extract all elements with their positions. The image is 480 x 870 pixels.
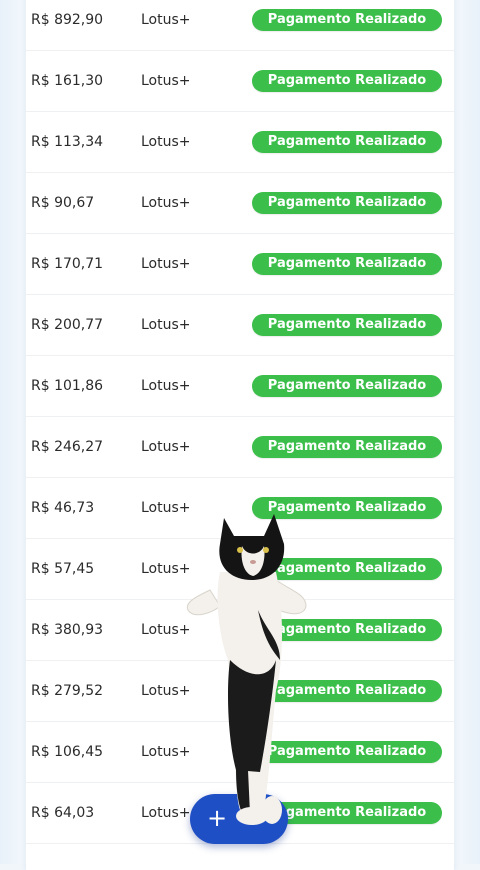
status-badge: Pagamento Realizado — [252, 253, 442, 275]
status-badge: Pagamento Realizado — [252, 680, 442, 702]
status-badge: Pagamento Realizado — [252, 558, 442, 580]
payment-amount: R$ 106,45 — [31, 744, 104, 760]
status-badge: Pagamento Realizado — [252, 131, 442, 153]
status-badge: Pagamento Realizado — [252, 314, 442, 336]
payment-product: Lotus+ — [141, 12, 191, 28]
payment-product: Lotus+ — [141, 622, 191, 638]
payment-product: Lotus+ — [141, 500, 191, 516]
payment-product: Lotus+ — [141, 561, 191, 577]
payment-product: Lotus+ — [141, 134, 191, 150]
table-row[interactable]: R$ 113,34 Lotus+ Pagamento Realizado — [26, 112, 454, 173]
fab-label: FG — [239, 811, 257, 826]
payment-product: Lotus+ — [141, 317, 191, 333]
payment-product: Lotus+ — [141, 439, 191, 455]
payment-product: Lotus+ — [141, 744, 191, 760]
page-background-right — [454, 0, 480, 864]
payment-amount: R$ 380,93 — [31, 622, 104, 638]
payment-amount: R$ 170,71 — [31, 256, 104, 272]
table-row[interactable]: R$ 90,67 Lotus+ Pagamento Realizado — [26, 173, 454, 234]
table-row[interactable]: R$ 101,86 Lotus+ Pagamento Realizado — [26, 356, 454, 417]
payment-product: Lotus+ — [141, 378, 191, 394]
table-row[interactable]: R$ 46,73 Lotus+ Pagamento Realizado — [26, 478, 454, 539]
table-row[interactable]: R$ 246,27 Lotus+ Pagamento Realizado — [26, 417, 454, 478]
status-badge: Pagamento Realizado — [252, 192, 442, 214]
payment-amount: R$ 46,73 — [31, 500, 95, 516]
table-row[interactable]: R$ 892,90 Lotus+ Pagamento Realizado — [26, 0, 454, 51]
plus-icon: + — [207, 804, 228, 832]
status-badge: Pagamento Realizado — [252, 9, 442, 31]
table-row[interactable]: R$ 279,52 Lotus+ Pagamento Realizado — [26, 661, 454, 722]
payment-product: Lotus+ — [141, 256, 191, 272]
table-row[interactable]: R$ 106,45 Lotus+ Pagamento Realizado — [26, 722, 454, 783]
payment-amount: R$ 246,27 — [31, 439, 104, 455]
payment-amount: R$ 101,86 — [31, 378, 104, 394]
payment-product: Lotus+ — [141, 683, 191, 699]
status-badge: Pagamento Realizado — [252, 375, 442, 397]
status-badge: Pagamento Realizado — [252, 619, 442, 641]
payment-amount: R$ 90,67 — [31, 195, 95, 211]
payments-list[interactable]: R$ 892,90 Lotus+ Pagamento Realizado R$ … — [26, 0, 454, 870]
table-row[interactable]: R$ 161,30 Lotus+ Pagamento Realizado — [26, 51, 454, 112]
payment-product: Lotus+ — [141, 73, 191, 89]
table-row[interactable]: R$ 57,45 Lotus+ Pagamento Realizado — [26, 539, 454, 600]
status-badge: Pagamento Realizado — [252, 70, 442, 92]
table-row[interactable]: R$ 380,93 Lotus+ Pagamento Realizado — [26, 600, 454, 661]
status-badge: Pagamento Realizado — [252, 497, 442, 519]
payment-amount: R$ 200,77 — [31, 317, 104, 333]
status-badge: Pagamento Realizado — [252, 436, 442, 458]
payment-amount: R$ 57,45 — [31, 561, 95, 577]
table-row[interactable]: R$ 170,71 Lotus+ Pagamento Realizado — [26, 234, 454, 295]
status-badge: Pagamento Realizado — [252, 741, 442, 763]
payment-amount: R$ 892,90 — [31, 12, 104, 28]
add-fab-button[interactable]: + FG — [190, 794, 288, 844]
payment-amount: R$ 64,03 — [31, 805, 95, 821]
table-row[interactable]: R$ 200,77 Lotus+ Pagamento Realizado — [26, 295, 454, 356]
payment-product: Lotus+ — [141, 195, 191, 211]
payment-amount: R$ 113,34 — [31, 134, 104, 150]
payment-amount: R$ 161,30 — [31, 73, 104, 89]
payment-product: Lotus+ — [141, 805, 191, 821]
payment-amount: R$ 279,52 — [31, 683, 104, 699]
page-background-left — [0, 0, 26, 864]
